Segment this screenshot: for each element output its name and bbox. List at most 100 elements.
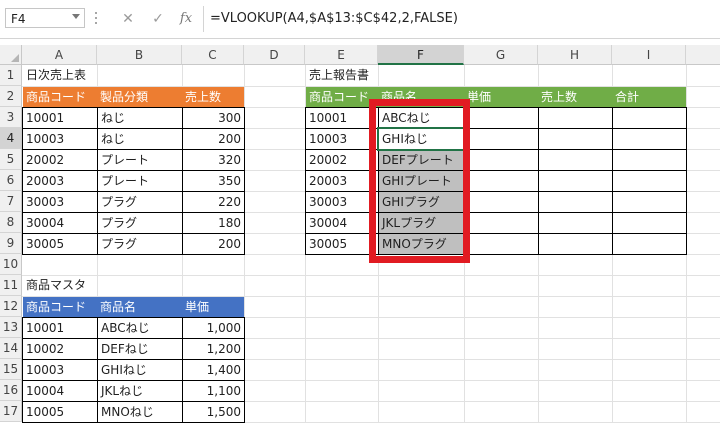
sales-report-qty-cell[interactable]: [538, 170, 613, 192]
product-master-code-cell[interactable]: 10005: [22, 401, 98, 423]
sales-report-qty-cell[interactable]: [538, 233, 613, 255]
sales-report-code-cell[interactable]: 30004: [305, 212, 379, 234]
sales-report-total-cell[interactable]: [612, 128, 687, 150]
row-header-13[interactable]: 13: [0, 317, 22, 338]
sales-report-qty-cell[interactable]: [538, 149, 613, 171]
daily-sales-category-cell[interactable]: プレート: [97, 170, 183, 192]
product-master-code-cell[interactable]: 10002: [22, 338, 98, 360]
chevron-down-icon[interactable]: [72, 14, 80, 19]
daily-sales-code-cell[interactable]: 10003: [22, 128, 98, 150]
row-header-5[interactable]: 5: [0, 149, 22, 170]
sales-report-code-cell[interactable]: 30003: [305, 191, 379, 213]
sales-report-qty-cell[interactable]: [538, 191, 613, 213]
sales-report-price-cell[interactable]: [464, 149, 539, 171]
column-header-a[interactable]: A: [22, 45, 97, 65]
sales-report-total-cell[interactable]: [612, 107, 687, 129]
column-header-next[interactable]: [686, 45, 720, 65]
daily-sales-header-code[interactable]: 商品コード: [23, 87, 97, 107]
sales-report-code-cell[interactable]: 20003: [305, 170, 379, 192]
daily-sales-qty-cell[interactable]: 180: [182, 212, 245, 234]
product-master-header-name[interactable]: 商品名: [97, 297, 182, 317]
daily-sales-category-cell[interactable]: プラグ: [97, 191, 183, 213]
sales-report-qty-cell[interactable]: [538, 128, 613, 150]
sales-report-code-cell[interactable]: 10001: [305, 107, 379, 129]
row-header-6[interactable]: 6: [0, 170, 22, 191]
daily-sales-title[interactable]: 日次売上表: [23, 65, 163, 86]
sales-report-total-cell[interactable]: [612, 191, 687, 213]
column-header-d[interactable]: D: [244, 45, 305, 65]
row-header-11[interactable]: 11: [0, 275, 22, 296]
sales-report-total-cell[interactable]: [612, 149, 687, 171]
product-master-price-cell[interactable]: 1,100: [182, 380, 245, 402]
sales-report-qty-cell[interactable]: [538, 107, 613, 129]
product-master-name-cell[interactable]: MNOねじ: [97, 401, 183, 423]
sales-report-price-cell[interactable]: [464, 107, 539, 129]
sales-report-price-cell[interactable]: [464, 212, 539, 234]
sales-report-header-total[interactable]: 合計: [612, 87, 686, 107]
sales-report-code-cell[interactable]: 20002: [305, 149, 379, 171]
product-master-title[interactable]: 商品マスタ: [23, 275, 163, 296]
column-header-b[interactable]: B: [97, 45, 182, 65]
column-header-i[interactable]: I: [612, 45, 686, 65]
cancel-icon[interactable]: ✕: [118, 9, 138, 29]
row-header-17[interactable]: 17: [0, 401, 22, 422]
row-header-2[interactable]: 2: [0, 86, 22, 107]
product-master-name-cell[interactable]: GHIねじ: [97, 359, 183, 381]
row-header-12[interactable]: 12: [0, 296, 22, 317]
product-master-price-cell[interactable]: 1,000: [182, 317, 245, 339]
daily-sales-category-cell[interactable]: ねじ: [97, 107, 183, 129]
daily-sales-qty-cell[interactable]: 300: [182, 107, 245, 129]
select-all-button[interactable]: [0, 45, 22, 65]
column-header-g[interactable]: G: [464, 45, 538, 65]
row-header-16[interactable]: 16: [0, 380, 22, 401]
sales-report-price-cell[interactable]: [464, 233, 539, 255]
product-master-code-cell[interactable]: 10003: [22, 359, 98, 381]
product-master-name-cell[interactable]: DEFねじ: [97, 338, 183, 360]
sales-report-header-qty[interactable]: 売上数: [538, 87, 612, 107]
sales-report-total-cell[interactable]: [612, 170, 687, 192]
row-header-4[interactable]: 4: [0, 128, 22, 149]
daily-sales-code-cell[interactable]: 20003: [22, 170, 98, 192]
row-header-8[interactable]: 8: [0, 212, 22, 233]
daily-sales-qty-cell[interactable]: 350: [182, 170, 245, 192]
row-header-10[interactable]: 10: [0, 254, 22, 275]
row-header-1[interactable]: 1: [0, 65, 22, 86]
product-master-price-cell[interactable]: 1,400: [182, 359, 245, 381]
daily-sales-code-cell[interactable]: 10001: [22, 107, 98, 129]
product-master-price-cell[interactable]: 1,500: [182, 401, 245, 423]
daily-sales-code-cell[interactable]: 20002: [22, 149, 98, 171]
row-header-3[interactable]: 3: [0, 107, 22, 128]
column-header-e[interactable]: E: [305, 45, 378, 65]
column-header-f[interactable]: F: [378, 45, 464, 65]
daily-sales-category-cell[interactable]: ねじ: [97, 128, 183, 150]
insert-function-icon[interactable]: fx: [176, 9, 196, 29]
enter-icon[interactable]: ✓: [148, 9, 168, 29]
product-master-name-cell[interactable]: ABCねじ: [97, 317, 183, 339]
daily-sales-code-cell[interactable]: 30003: [22, 191, 98, 213]
product-master-price-cell[interactable]: 1,200: [182, 338, 245, 360]
product-master-header-code[interactable]: 商品コード: [23, 297, 97, 317]
product-master-header-price[interactable]: 単価: [182, 297, 244, 317]
product-master-code-cell[interactable]: 10004: [22, 380, 98, 402]
daily-sales-code-cell[interactable]: 30005: [22, 233, 98, 255]
daily-sales-category-cell[interactable]: プラグ: [97, 212, 183, 234]
daily-sales-header-qty[interactable]: 売上数: [182, 87, 244, 107]
row-header-9[interactable]: 9: [0, 233, 22, 254]
sales-report-price-cell[interactable]: [464, 128, 539, 150]
sales-report-title[interactable]: 売上報告書: [306, 65, 446, 86]
formula-input[interactable]: =VLOOKUP(A4,$A$13:$C$42,2,FALSE): [210, 9, 458, 29]
column-header-c[interactable]: C: [182, 45, 244, 65]
row-header-14[interactable]: 14: [0, 338, 22, 359]
daily-sales-qty-cell[interactable]: 200: [182, 128, 245, 150]
daily-sales-category-cell[interactable]: プラグ: [97, 233, 183, 255]
sales-report-code-cell[interactable]: 10003: [305, 128, 379, 150]
product-master-name-cell[interactable]: JKLねじ: [97, 380, 183, 402]
row-header-7[interactable]: 7: [0, 191, 22, 212]
row-header-15[interactable]: 15: [0, 359, 22, 380]
daily-sales-header-category[interactable]: 製品分類: [97, 87, 182, 107]
product-master-code-cell[interactable]: 10001: [22, 317, 98, 339]
daily-sales-code-cell[interactable]: 30004: [22, 212, 98, 234]
sales-report-qty-cell[interactable]: [538, 212, 613, 234]
column-header-h[interactable]: H: [538, 45, 612, 65]
daily-sales-qty-cell[interactable]: 200: [182, 233, 245, 255]
